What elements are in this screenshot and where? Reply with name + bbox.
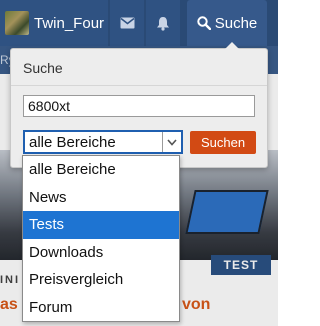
search-input[interactable]: [23, 95, 255, 117]
search-toggle-label: Suche: [214, 14, 258, 32]
messages-button[interactable]: [110, 0, 144, 46]
scope-option-downloads[interactable]: Downloads: [23, 239, 179, 267]
scope-option-all[interactable]: alle Bereiche: [23, 156, 179, 184]
search-popup-title: Suche: [23, 60, 63, 76]
search-submit-button[interactable]: Suchen: [190, 131, 256, 154]
avatar[interactable]: [5, 11, 29, 35]
top-navbar: Twin_Four Suche: [0, 0, 278, 46]
chevron-down-icon: [167, 138, 177, 146]
magnifier-icon: [197, 16, 211, 30]
scope-options-list: alle Bereiche News Tests Downloads Preis…: [22, 155, 180, 322]
user-menu[interactable]: Twin_Four: [0, 0, 108, 46]
scope-option-tests[interactable]: Tests: [23, 211, 179, 239]
bell-icon: [157, 16, 169, 31]
username[interactable]: Twin_Four: [34, 15, 104, 32]
dropdown-arrow[interactable]: [162, 132, 181, 152]
envelope-icon: [120, 17, 134, 29]
scope-option-forum[interactable]: Forum: [23, 294, 179, 322]
scope-option-price-comparison[interactable]: Preisvergleich: [23, 266, 179, 294]
notifications-button[interactable]: [146, 0, 180, 46]
search-scope-value: alle Bereiche: [29, 133, 116, 151]
search-toggle-button[interactable]: Suche: [187, 0, 267, 46]
search-scope-select[interactable]: alle Bereiche: [23, 130, 183, 154]
search-popup-header: Suche: [11, 49, 267, 86]
search-popup: Suche alle Bereiche Suchen: [10, 42, 268, 168]
scope-option-news[interactable]: News: [23, 184, 179, 212]
